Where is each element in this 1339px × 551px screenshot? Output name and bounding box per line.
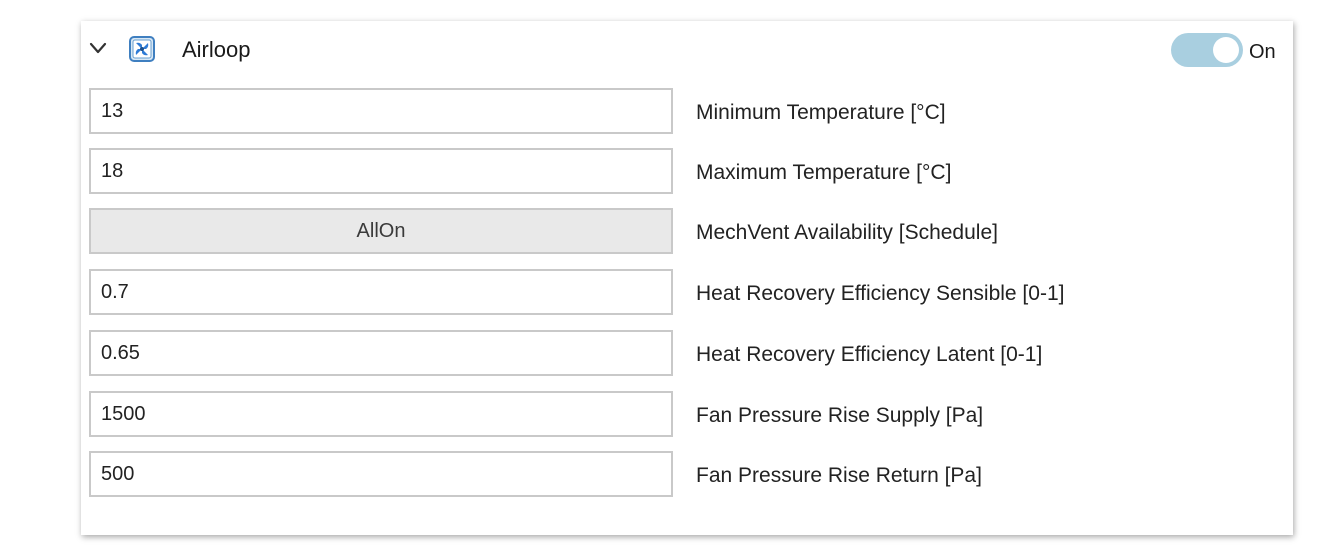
- mechvent-schedule-button[interactable]: AllOn: [89, 208, 673, 254]
- heat-recovery-latent-label: Heat Recovery Efficiency Latent [0-1]: [696, 343, 1043, 366]
- on-off-toggle[interactable]: [1171, 33, 1243, 67]
- row-maximum-temperature: Maximum Temperature [°C]: [89, 148, 1269, 198]
- row-heat-recovery-latent: Heat Recovery Efficiency Latent [0-1]: [89, 330, 1269, 380]
- panel-header: Airloop On: [81, 21, 1293, 79]
- airloop-panel: Airloop On Minimum Temperature [°C] Maxi…: [81, 21, 1293, 535]
- row-mechvent-availability: AllOn MechVent Availability [Schedule]: [89, 208, 1269, 258]
- maximum-temperature-label: Maximum Temperature [°C]: [696, 161, 952, 184]
- heat-recovery-sensible-label: Heat Recovery Efficiency Sensible [0-1]: [696, 282, 1065, 305]
- row-fan-pressure-supply: Fan Pressure Rise Supply [Pa]: [89, 391, 1269, 441]
- row-heat-recovery-sensible: Heat Recovery Efficiency Sensible [0-1]: [89, 269, 1269, 319]
- row-minimum-temperature: Minimum Temperature [°C]: [89, 88, 1269, 138]
- fan-pressure-supply-input[interactable]: [89, 391, 673, 437]
- row-fan-pressure-return: Fan Pressure Rise Return [Pa]: [89, 451, 1269, 501]
- minimum-temperature-input[interactable]: [89, 88, 673, 134]
- fan-pressure-return-input[interactable]: [89, 451, 673, 497]
- minimum-temperature-label: Minimum Temperature [°C]: [696, 101, 946, 124]
- chevron-down-icon[interactable]: [88, 38, 108, 58]
- fan-pressure-supply-label: Fan Pressure Rise Supply [Pa]: [696, 404, 984, 427]
- mechvent-availability-label: MechVent Availability [Schedule]: [696, 221, 998, 244]
- heat-recovery-latent-input[interactable]: [89, 330, 673, 376]
- fan-pressure-return-label: Fan Pressure Rise Return [Pa]: [696, 464, 982, 487]
- toggle-label: On: [1249, 41, 1276, 63]
- toggle-knob: [1213, 37, 1239, 63]
- panel-title: Airloop: [182, 37, 251, 62]
- fan-icon: [129, 36, 155, 62]
- maximum-temperature-input[interactable]: [89, 148, 673, 194]
- heat-recovery-sensible-input[interactable]: [89, 269, 673, 315]
